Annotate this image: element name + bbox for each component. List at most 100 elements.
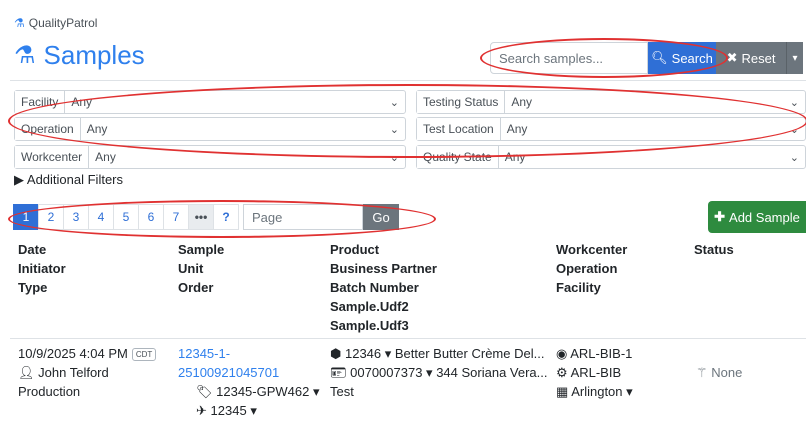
sample-link[interactable]: 25100921045701 xyxy=(178,363,320,382)
filter-value: Any xyxy=(506,122,528,136)
caret-down-icon: ▾ xyxy=(313,384,320,399)
search-button[interactable]: 🔍︎ Search xyxy=(648,42,716,74)
page-input[interactable] xyxy=(243,204,363,230)
filter-quality-state[interactable]: Quality State Any ⌄ xyxy=(416,145,806,169)
column-header-workcenter[interactable]: Workcenter Operation Facility xyxy=(556,240,627,297)
gears-icon: ⚙ xyxy=(556,365,568,380)
filter-value: Any xyxy=(95,150,116,164)
filter-label: Workcenter xyxy=(15,146,90,168)
brand[interactable]: ⚗ QualityPatrol xyxy=(14,16,97,30)
filter-label: Testing Status xyxy=(417,91,506,113)
filter-label: Operation xyxy=(15,118,81,140)
sample-link[interactable]: 12345-1- xyxy=(178,344,320,363)
filter-label: Facility xyxy=(15,91,66,113)
sample-type: Production xyxy=(18,384,81,399)
header-line: Sample xyxy=(178,242,225,257)
header-line: Sample.Udf3 xyxy=(330,318,409,333)
header-line: Workcenter xyxy=(556,242,628,257)
box-icon: ⬢ xyxy=(330,346,342,361)
search-input[interactable] xyxy=(490,42,648,74)
reset-dropdown-toggle[interactable]: ▾ xyxy=(786,42,803,74)
id-card-icon: 🪪︎ xyxy=(330,365,347,380)
header-line: Initiator xyxy=(18,261,66,276)
header-line: Status xyxy=(694,242,734,257)
header-line: Type xyxy=(18,280,48,295)
page-link[interactable]: 6 xyxy=(138,204,164,230)
page-link[interactable]: 1 xyxy=(13,204,39,230)
page-link[interactable]: 2 xyxy=(38,204,64,230)
workcenter-value: ARL-BIB-1 xyxy=(570,346,633,361)
page-title: ⚗ Samples xyxy=(14,40,145,71)
page-link[interactable]: 4 xyxy=(88,204,114,230)
plus-icon: ✚ xyxy=(714,209,726,224)
filter-testing-status[interactable]: Testing Status Any ⌄ xyxy=(416,90,806,114)
filter-value: Any xyxy=(86,122,108,136)
caret-down-icon: ▾ xyxy=(626,384,633,399)
help-button[interactable]: ? xyxy=(213,204,239,230)
more-pages-button[interactable]: ••• xyxy=(188,204,214,230)
tag-icon: 🏷︎ xyxy=(196,384,213,399)
go-button[interactable]: Go xyxy=(363,204,399,230)
close-icon: ✖ xyxy=(726,50,738,65)
user-icon: 👤︎ xyxy=(18,365,35,380)
facility-value: Arlington xyxy=(571,384,623,399)
operation-value: ARL-BIB xyxy=(570,365,622,380)
chevron-down-icon: ⌄ xyxy=(789,151,799,164)
add-sample-button[interactable]: ✚ Add Sample xyxy=(708,201,806,233)
filter-label: Quality State xyxy=(417,146,499,168)
column-header-sample[interactable]: Sample Unit Order xyxy=(178,240,224,297)
timezone-badge: CDT xyxy=(131,348,157,362)
order-dropdown[interactable]: ✈︎ 12345 ▾ xyxy=(178,401,320,420)
filter-test-location[interactable]: Test Location Any ⌄ xyxy=(416,117,806,141)
chevron-down-icon: ⌄ xyxy=(389,123,399,136)
search-icon: 🔍︎ xyxy=(651,50,668,65)
filter-value: Any xyxy=(504,150,526,164)
header-line: Sample.Udf2 xyxy=(330,299,409,314)
column-header-product[interactable]: Product Business Partner Batch Number Sa… xyxy=(330,240,437,335)
column-header-date[interactable]: Date Initiator Type xyxy=(18,240,66,297)
header-line: Order xyxy=(178,280,214,295)
product-value: 12346 ▾ Better Butter Crème Del... xyxy=(344,346,545,361)
column-header-status[interactable]: Status xyxy=(694,240,734,259)
header-line: Product xyxy=(330,242,380,257)
page-link[interactable]: 3 xyxy=(63,204,89,230)
target-icon: ◉ xyxy=(556,346,568,361)
facility-dropdown[interactable]: ▦ Arlington ▾ xyxy=(556,382,633,401)
page-link[interactable]: 7 xyxy=(163,204,189,230)
flask-icon: ⚗ xyxy=(14,16,25,30)
table-row-divider xyxy=(10,338,806,339)
filter-operation[interactable]: Operation Any ⌄ xyxy=(14,117,406,141)
filter-workcenter[interactable]: Workcenter Any ⌄ xyxy=(14,145,406,169)
partner-dropdown[interactable]: 🪪︎ 0070007373 ▾ 344 Soriana Vera... xyxy=(330,363,548,382)
cell-sample: 12345-1- 25100921045701 🏷︎ 12345-GPW462 … xyxy=(178,344,320,420)
order-value: 12345 xyxy=(210,403,247,418)
header-line: Facility xyxy=(556,280,601,295)
magic-wand-icon: ⚚ xyxy=(696,365,708,380)
filter-facility[interactable]: Facility Any ⌄ xyxy=(14,90,406,114)
page-title-text: Samples xyxy=(43,40,145,70)
header-line: Business Partner xyxy=(330,261,437,276)
header-line: Batch Number xyxy=(330,280,419,295)
header-line: Operation xyxy=(556,261,618,276)
cell-date: 10/9/2025 4:04 PM CDT 👤︎ John Telford Pro… xyxy=(18,344,157,401)
search-bar: 🔍︎ Search ✖ Reset ▾ xyxy=(490,42,803,74)
chevron-down-icon: ⌄ xyxy=(389,96,399,109)
cell-status: ⚚ None xyxy=(696,363,742,382)
unit-dropdown[interactable]: 🏷︎ 12345-GPW462 ▾ xyxy=(178,382,320,401)
additional-filters-toggle[interactable]: ▶ Additional Filters xyxy=(14,172,123,188)
chevron-down-icon: ⌄ xyxy=(389,151,399,164)
filter-value: Any xyxy=(511,95,533,109)
filter-value: Any xyxy=(71,95,93,109)
caret-down-icon: ▾ xyxy=(792,52,798,64)
cell-product: ⬢ 12346 ▾ Better Butter Crème Del... 🪪︎ … xyxy=(330,344,548,401)
partner-value: 0070007373 ▾ 344 Soriana Vera... xyxy=(350,365,548,380)
reset-button[interactable]: ✖ Reset xyxy=(716,42,786,74)
product-dropdown[interactable]: ⬢ 12346 ▾ Better Butter Crème Del... xyxy=(330,344,548,363)
page-link[interactable]: 5 xyxy=(113,204,139,230)
initiator-name: John Telford xyxy=(38,365,109,380)
brand-name: QualityPatrol xyxy=(28,16,98,30)
caret-down-icon: ▾ xyxy=(250,403,257,418)
additional-filters-label: Additional Filters xyxy=(26,172,124,187)
unit-value: 12345-GPW462 xyxy=(216,384,310,399)
divider xyxy=(10,80,806,81)
